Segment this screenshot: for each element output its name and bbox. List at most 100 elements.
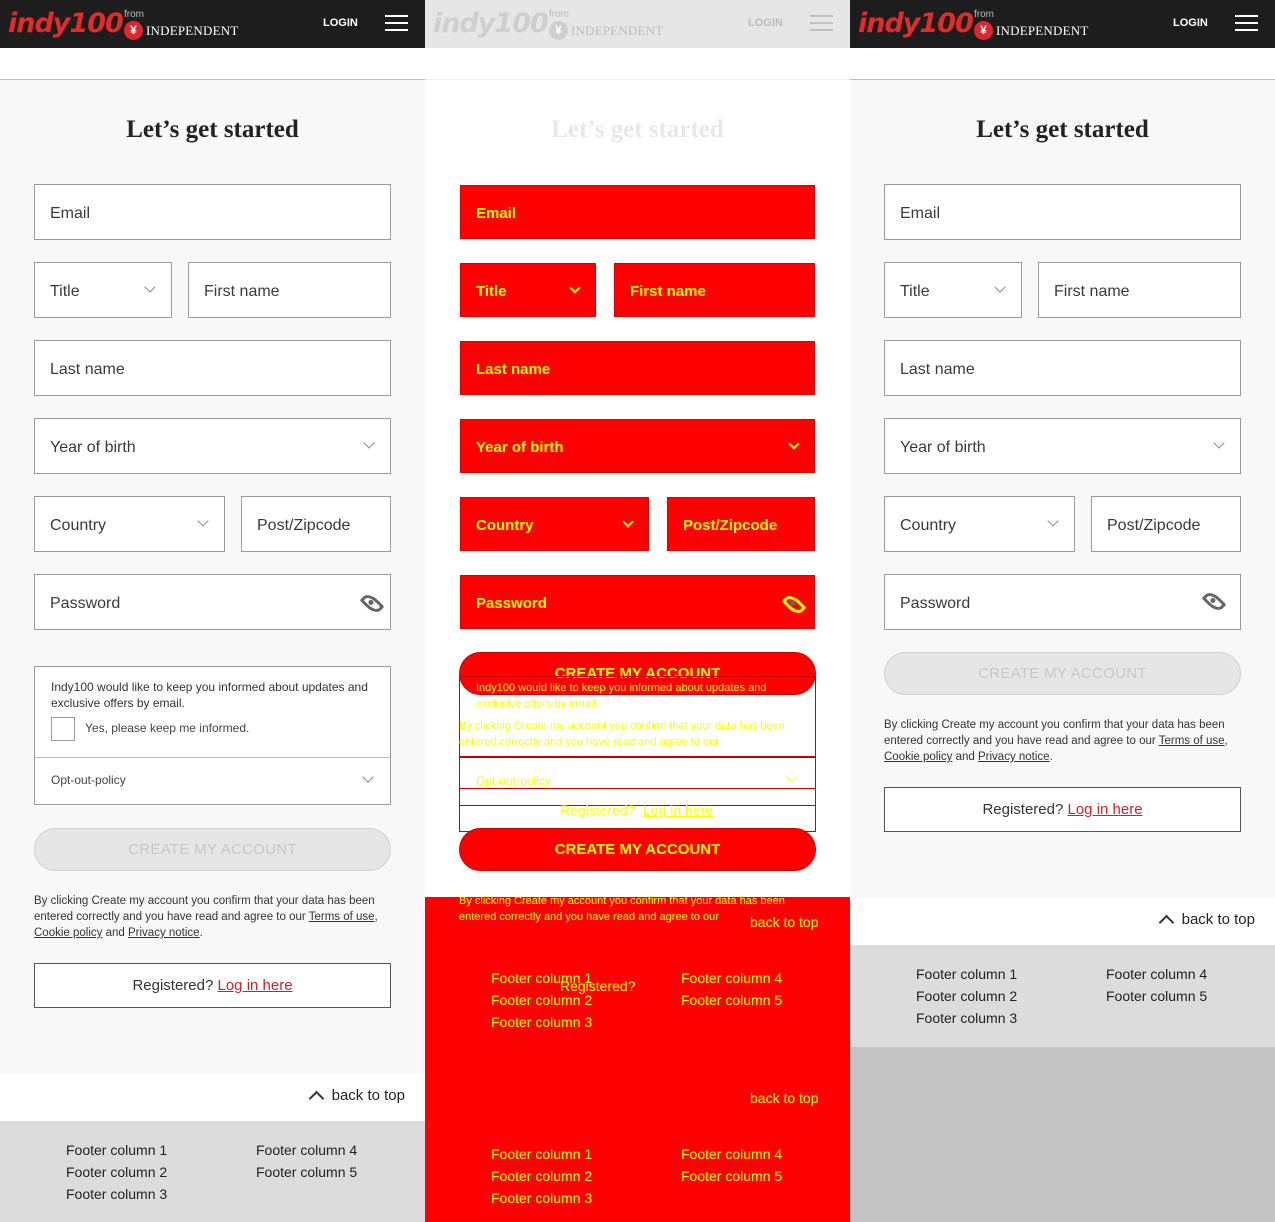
- year-of-birth-placeholder: Year of birth: [900, 439, 986, 456]
- cookie-policy-link[interactable]: Cookie policy: [34, 927, 102, 939]
- back-to-top-diff[interactable]: back to top: [750, 914, 819, 930]
- last-name-field[interactable]: Last name: [34, 340, 391, 396]
- independent-logo: ¥ INDEPENDENT: [124, 21, 238, 40]
- last-name-field-diff[interactable]: Last name: [460, 341, 815, 395]
- opt-out-policy-select[interactable]: Opt-out-policy: [51, 773, 126, 787]
- footer-link[interactable]: Footer column 3: [916, 1007, 1017, 1029]
- title-select[interactable]: Title: [34, 262, 172, 318]
- indy100-logo[interactable]: indy100: [433, 9, 549, 39]
- hamburger-menu-icon[interactable]: [1235, 15, 1258, 33]
- footer-link[interactable]: Footer column 2: [66, 1161, 167, 1183]
- indy100-logo[interactable]: indy100: [858, 9, 974, 39]
- password-field[interactable]: Password: [884, 574, 1241, 630]
- hamburger-menu-icon[interactable]: [810, 15, 833, 33]
- email-field[interactable]: Email: [34, 184, 391, 240]
- back-to-top-link[interactable]: back to top: [332, 1087, 405, 1104]
- marketing-optin-box: Indy100 would like to keep you informed …: [34, 666, 391, 805]
- country-placeholder: Country: [50, 517, 107, 534]
- top-navigation-bar: indy100 from ¥ INDEPENDENT LOGIN: [850, 0, 1275, 48]
- postcode-placeholder: Post/Zipcode: [1107, 517, 1201, 534]
- postcode-field[interactable]: Post/Zipcode: [1091, 496, 1241, 552]
- footer-link[interactable]: Footer column 4: [681, 967, 782, 989]
- back-to-top-diff-2[interactable]: back to top: [750, 1090, 819, 1106]
- first-name-field[interactable]: First name: [188, 262, 391, 318]
- privacy-notice-link[interactable]: Privacy notice: [978, 751, 1050, 763]
- footer-link[interactable]: Footer column 5: [681, 1165, 782, 1187]
- footer-link[interactable]: Footer column 1: [491, 967, 592, 989]
- email-placeholder: Email: [50, 205, 91, 222]
- eye-icon[interactable]: [359, 591, 385, 616]
- create-account-button-diff-2[interactable]: CREATE MY ACCOUNT: [459, 828, 816, 871]
- footer-link[interactable]: Footer column 1: [491, 1143, 592, 1165]
- footer-link[interactable]: Footer column 4: [681, 1143, 782, 1165]
- footer-link[interactable]: Footer column 4: [256, 1139, 357, 1161]
- registered-login-box: Registered? Log in here: [34, 963, 391, 1008]
- login-link[interactable]: LOGIN: [748, 17, 783, 29]
- email-field[interactable]: Email: [884, 184, 1241, 240]
- eye-icon[interactable]: [781, 592, 807, 617]
- year-of-birth-select[interactable]: Year of birth: [884, 418, 1241, 474]
- footer-column-left: Footer column 1 Footer column 2 Footer c…: [916, 963, 1017, 1029]
- year-of-birth-select-diff[interactable]: Year of birth: [460, 419, 815, 473]
- footer-link[interactable]: Footer column 3: [491, 1187, 592, 1209]
- country-select-diff[interactable]: Country: [460, 497, 649, 551]
- footer-link[interactable]: Footer column 5: [1106, 985, 1207, 1007]
- title-select-diff[interactable]: Title: [460, 263, 596, 317]
- privacy-notice-link[interactable]: Privacy notice: [128, 927, 200, 939]
- footer: Footer column 1 Footer column 2 Footer c…: [850, 945, 1275, 1047]
- sub-header-bar: [425, 48, 850, 80]
- hamburger-menu-icon[interactable]: [385, 15, 408, 33]
- year-of-birth-select[interactable]: Year of birth: [34, 418, 391, 474]
- terms-of-use-link[interactable]: Terms of use: [1159, 735, 1225, 747]
- sub-header-bar: [0, 48, 425, 80]
- terms-of-use-link[interactable]: Terms of use: [309, 911, 375, 923]
- first-name-field-diff[interactable]: First name: [614, 263, 815, 317]
- title-placeholder: Title: [50, 283, 80, 300]
- footer-link[interactable]: Footer column 3: [66, 1183, 167, 1205]
- indy100-logo[interactable]: indy100: [8, 9, 124, 39]
- log-in-here-link[interactable]: Log in here: [1068, 801, 1143, 818]
- login-link[interactable]: LOGIN: [1173, 17, 1208, 29]
- footer-link[interactable]: Footer column 1: [66, 1139, 167, 1161]
- last-name-field[interactable]: Last name: [884, 340, 1241, 396]
- postcode-placeholder: Post/Zipcode: [683, 517, 778, 534]
- footer-link[interactable]: Footer column 5: [681, 989, 782, 1011]
- last-name-placeholder: Last name: [50, 361, 125, 378]
- password-field-diff[interactable]: Password: [460, 575, 815, 629]
- chevron-down-icon: [197, 515, 209, 527]
- footer-link[interactable]: Footer column 2: [491, 989, 592, 1011]
- eye-icon[interactable]: [1201, 589, 1227, 614]
- create-account-button[interactable]: CREATE MY ACCOUNT: [34, 828, 391, 871]
- log-in-here-link-diff[interactable]: Log in here: [643, 802, 713, 818]
- footer-column-right: Footer column 4 Footer column 5: [256, 1139, 357, 1183]
- postcode-field-diff[interactable]: Post/Zipcode: [667, 497, 815, 551]
- password-field[interactable]: Password: [34, 574, 391, 630]
- optin-checkbox[interactable]: [51, 717, 75, 741]
- login-link[interactable]: LOGIN: [323, 17, 358, 29]
- chevron-down-icon: [144, 281, 156, 293]
- postcode-field[interactable]: Post/Zipcode: [241, 496, 391, 552]
- footer-link[interactable]: Footer column 5: [256, 1161, 357, 1183]
- postcode-placeholder: Post/Zipcode: [257, 517, 351, 534]
- footer-link[interactable]: Footer column 2: [916, 985, 1017, 1007]
- footer-link[interactable]: Footer column 4: [1106, 963, 1207, 985]
- email-placeholder: Email: [900, 205, 941, 222]
- cookie-policy-link[interactable]: Cookie policy: [884, 751, 952, 763]
- back-to-top-bar: back to top: [850, 897, 1275, 945]
- password-placeholder: Password: [900, 595, 971, 612]
- footer-link[interactable]: Footer column 3: [491, 1011, 592, 1033]
- footer-column-right-diff: Footer column 4 Footer column 5: [681, 967, 782, 1011]
- country-select[interactable]: Country: [884, 496, 1075, 552]
- log-in-here-link[interactable]: Log in here: [218, 977, 293, 994]
- registered-text: Registered?: [132, 977, 214, 994]
- and-text: and: [955, 751, 975, 763]
- footer-link[interactable]: Footer column 2: [491, 1165, 592, 1187]
- country-select[interactable]: Country: [34, 496, 225, 552]
- footer-link[interactable]: Footer column 1: [916, 963, 1017, 985]
- back-to-top-link[interactable]: back to top: [1182, 911, 1255, 928]
- footer: Footer column 1 Footer column 2 Footer c…: [0, 1121, 425, 1222]
- first-name-field[interactable]: First name: [1038, 262, 1241, 318]
- email-field-diff[interactable]: Email: [460, 185, 815, 239]
- title-select[interactable]: Title: [884, 262, 1022, 318]
- create-account-button[interactable]: CREATE MY ACCOUNT: [884, 652, 1241, 695]
